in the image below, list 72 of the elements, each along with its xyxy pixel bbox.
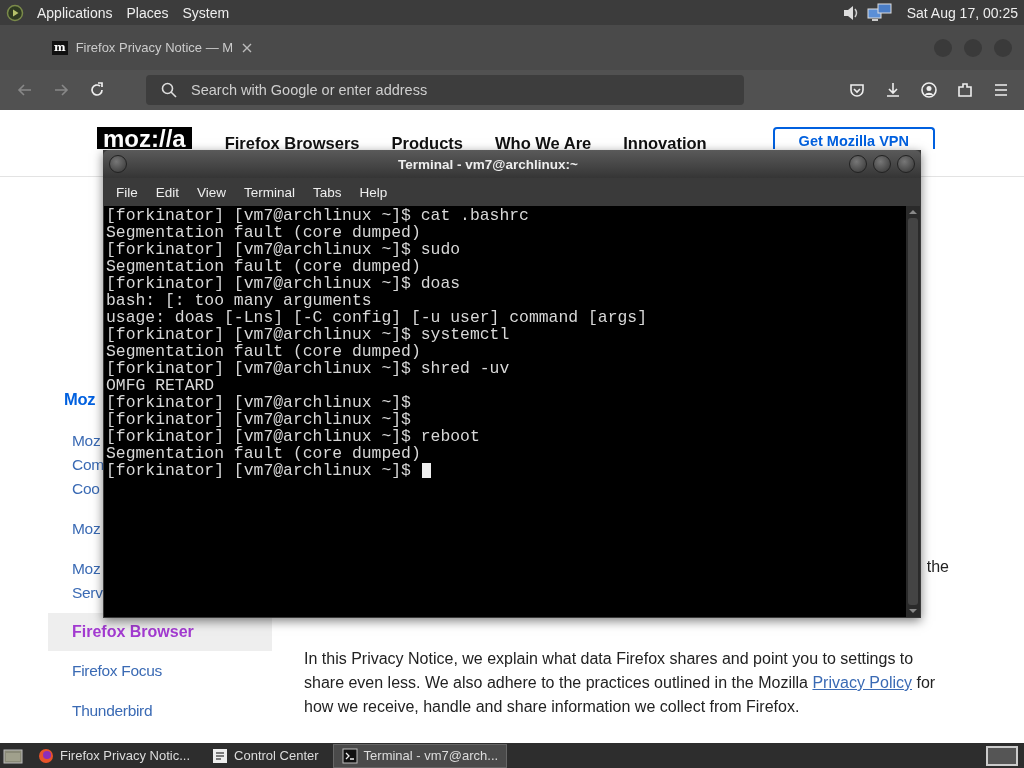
workspace-switcher[interactable] [986, 745, 1018, 766]
panel-menu[interactable]: Applications [37, 4, 113, 21]
taskbar-item[interactable]: Terminal - vm7@arch... [332, 743, 508, 768]
menu-item[interactable]: Tabs [304, 184, 351, 200]
pocket-icon[interactable] [848, 81, 866, 99]
favicon-icon: m [52, 40, 68, 55]
terminal-line: [forkinator] [vm7@archlinux ~]$ [106, 462, 412, 479]
panel-menu[interactable]: System [182, 4, 230, 21]
terminal-line: [forkinator] [vm7@archlinux ~]$ systemctl [106, 326, 510, 343]
fox-globe-icon [38, 747, 54, 764]
sidebar-item[interactable]: Moz [48, 509, 101, 549]
body-text: the [926, 557, 949, 577]
control-center-icon [212, 747, 229, 764]
paragraph: In this Privacy Notice, we explain what data Firefox shares and point you to settings to share even less. We also adhere to the practices outlined in the Mozilla Privacy Policy for how we receive, handle and share information we collect from Firefox. [304, 649, 937, 717]
nav-link[interactable]: Who We Are [495, 133, 592, 153]
panel-menu[interactable]: Places [126, 4, 169, 21]
tab-title: Firefox Privacy Notice — M [75, 40, 234, 55]
puzzle-icon[interactable] [956, 81, 974, 99]
sidebar-item[interactable]: Thunderbird [48, 691, 153, 731]
search-icon [161, 82, 177, 98]
show-desktop-icon[interactable] [2, 746, 24, 765]
terminal-line: Segmentation fault (core dumped) [106, 445, 421, 462]
terminal-line: [forkinator] [vm7@archlinux ~]$ cat .bashrc [106, 207, 529, 224]
vpn-button[interactable]: Get Mozilla VPN [772, 127, 935, 149]
account-icon[interactable] [920, 81, 938, 99]
nav-link[interactable]: Innovation [623, 133, 707, 153]
terminal-line: [forkinator] [vm7@archlinux ~]$ shred -uv [106, 360, 510, 377]
mozilla-logo[interactable]: moz://a [97, 127, 192, 149]
terminal-line: [forkinator] [vm7@archlinux ~]$ reboot [106, 428, 480, 445]
download-icon[interactable] [884, 81, 902, 99]
menu-item[interactable]: Help [350, 184, 397, 200]
menu-item[interactable]: File [107, 184, 147, 200]
terminal-icon [341, 747, 358, 764]
terminal-line: Segmentation fault (core dumped) [106, 224, 421, 241]
sidebar-item[interactable]: Firefox Focus [48, 651, 162, 691]
network-icon[interactable] [866, 2, 893, 23]
window-menu-button[interactable] [109, 155, 127, 173]
maximize-button[interactable] [873, 155, 891, 173]
scroll-down-icon[interactable] [907, 607, 919, 615]
nav-link[interactable]: Products [391, 133, 463, 153]
play-logo-icon[interactable] [6, 3, 24, 22]
scrollbar[interactable] [906, 206, 920, 617]
clock[interactable]: Sat Aug 17, 00:25 [906, 4, 1018, 21]
terminal-line: Segmentation fault (core dumped) [106, 343, 421, 360]
terminal-line: usage: doas [-Lns] [-C config] [-u user] command [args] [106, 309, 647, 326]
terminal-line: [forkinator] [vm7@archlinux ~]$ [106, 394, 411, 411]
terminal-line: [forkinator] [vm7@archlinux ~]$ [106, 411, 411, 428]
taskbar-item[interactable]: Control Center [204, 744, 327, 767]
menu-item[interactable]: Terminal [235, 184, 305, 200]
close-button[interactable] [897, 155, 915, 173]
terminal-line: bash: [: too many arguments [106, 292, 372, 309]
sidebar-item[interactable]: Moz Serv [48, 549, 103, 613]
terminal-line: [forkinator] [vm7@archlinux ~]$ doas [106, 275, 461, 292]
browser-tab[interactable]: m Firefox Privacy Notice — M [42, 30, 262, 65]
text-cursor [421, 463, 431, 478]
menu-item[interactable]: View [188, 184, 236, 200]
sidebar-item[interactable]: Moz Com Coo [48, 421, 104, 509]
terminal-line: Segmentation fault (core dumped) [106, 258, 421, 275]
taskbar-item[interactable]: Firefox Privacy Notic... [30, 744, 199, 767]
minimize-button[interactable] [849, 155, 867, 173]
terminal-line: [forkinator] [vm7@archlinux ~]$ sudo [106, 241, 461, 258]
reload-icon[interactable] [88, 81, 106, 99]
window-title: Terminal - vm7@archlinux:~ [397, 156, 579, 172]
address-field[interactable]: Search with Google or enter address [146, 75, 744, 105]
nav-link[interactable]: Firefox Browsers [224, 133, 360, 153]
close-icon[interactable] [242, 42, 252, 53]
terminal-line: OMFG RETARD [106, 377, 215, 394]
sidebar-heading: Moz [64, 389, 96, 410]
menu-icon[interactable] [992, 81, 1010, 99]
menu-item[interactable]: Edit [146, 184, 189, 200]
scroll-up-icon[interactable] [907, 208, 919, 216]
privacy-policy-link[interactable]: Privacy Policy [812, 674, 912, 691]
